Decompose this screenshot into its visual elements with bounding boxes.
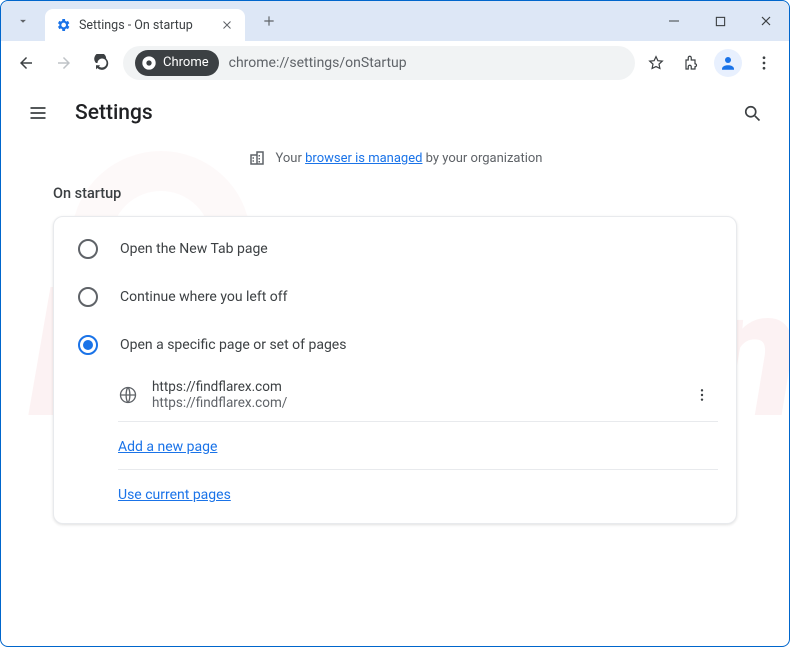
radio-icon	[78, 335, 98, 355]
chrome-icon	[141, 55, 157, 71]
star-icon	[647, 54, 665, 72]
page-more-button[interactable]	[686, 379, 718, 411]
maximize-button[interactable]	[697, 1, 743, 41]
chrome-chip-label: Chrome	[163, 55, 209, 70]
tab-search-dropdown[interactable]	[7, 5, 39, 37]
managed-link[interactable]: browser is managed	[305, 151, 422, 166]
arrow-right-icon	[55, 54, 73, 72]
settings-search-button[interactable]	[735, 96, 769, 130]
option-label: Continue where you left off	[120, 289, 288, 305]
gear-icon	[55, 17, 71, 33]
option-specific-pages[interactable]: Open a specific page or set of pages	[54, 321, 736, 369]
reload-button[interactable]	[85, 46, 119, 80]
option-continue[interactable]: Continue where you left off	[54, 273, 736, 321]
minimize-icon	[668, 15, 680, 27]
option-label: Open a specific page or set of pages	[120, 337, 346, 353]
managed-banner: Your browser is managed by your organiza…	[1, 141, 789, 185]
option-label: Open the New Tab page	[120, 241, 268, 257]
managed-text: Your browser is managed by your organiza…	[276, 151, 543, 166]
url-text: chrome://settings/onStartup	[229, 55, 407, 71]
option-new-tab[interactable]: Open the New Tab page	[54, 225, 736, 273]
use-current-row: Use current pages	[118, 470, 718, 517]
startup-page-url: https://findflarex.com/	[152, 395, 672, 411]
dots-vertical-icon	[694, 387, 710, 403]
close-icon	[221, 19, 233, 31]
tab-title: Settings - On startup	[79, 18, 211, 33]
settings-header: Settings	[1, 85, 789, 141]
back-button[interactable]	[9, 46, 43, 80]
window-controls	[651, 1, 789, 41]
section-label: On startup	[53, 185, 737, 202]
reload-icon	[93, 54, 111, 72]
radio-icon	[78, 287, 98, 307]
browser-tab[interactable]: Settings - On startup	[45, 9, 245, 41]
chrome-chip: Chrome	[135, 50, 219, 76]
bookmark-button[interactable]	[639, 46, 673, 80]
add-new-page-link[interactable]: Add a new page	[118, 439, 217, 455]
extensions-button[interactable]	[675, 46, 709, 80]
close-window-button[interactable]	[743, 1, 789, 41]
radio-icon	[78, 239, 98, 259]
add-page-row: Add a new page	[118, 422, 718, 470]
dots-vertical-icon	[755, 54, 773, 72]
plus-icon	[262, 14, 276, 28]
startup-card: Open the New Tab page Continue where you…	[53, 216, 737, 524]
globe-icon	[118, 385, 138, 405]
puzzle-icon	[683, 54, 701, 72]
use-current-pages-link[interactable]: Use current pages	[118, 487, 231, 503]
startup-page-row: https://findflarex.com https://findflare…	[118, 369, 718, 422]
chevron-down-icon	[16, 14, 30, 28]
maximize-icon	[715, 16, 726, 27]
arrow-left-icon	[17, 54, 35, 72]
minimize-button[interactable]	[651, 1, 697, 41]
person-icon	[719, 54, 737, 72]
close-icon	[760, 15, 772, 27]
new-tab-button[interactable]	[255, 7, 283, 35]
profile-button[interactable]	[711, 46, 745, 80]
hamburger-icon	[28, 103, 48, 123]
forward-button[interactable]	[47, 46, 81, 80]
address-bar[interactable]: Chrome chrome://settings/onStartup	[123, 46, 635, 80]
avatar	[714, 49, 742, 77]
page-title: Settings	[75, 101, 153, 125]
browser-menu-button[interactable]	[747, 46, 781, 80]
search-icon	[742, 103, 762, 123]
startup-page-title: https://findflarex.com	[152, 379, 672, 395]
building-icon	[248, 149, 266, 167]
browser-toolbar: Chrome chrome://settings/onStartup	[1, 41, 789, 85]
titlebar: Settings - On startup	[1, 1, 789, 41]
tab-close-button[interactable]	[219, 17, 235, 33]
settings-content: On startup Open the New Tab page Continu…	[1, 185, 789, 524]
settings-menu-button[interactable]	[21, 96, 55, 130]
